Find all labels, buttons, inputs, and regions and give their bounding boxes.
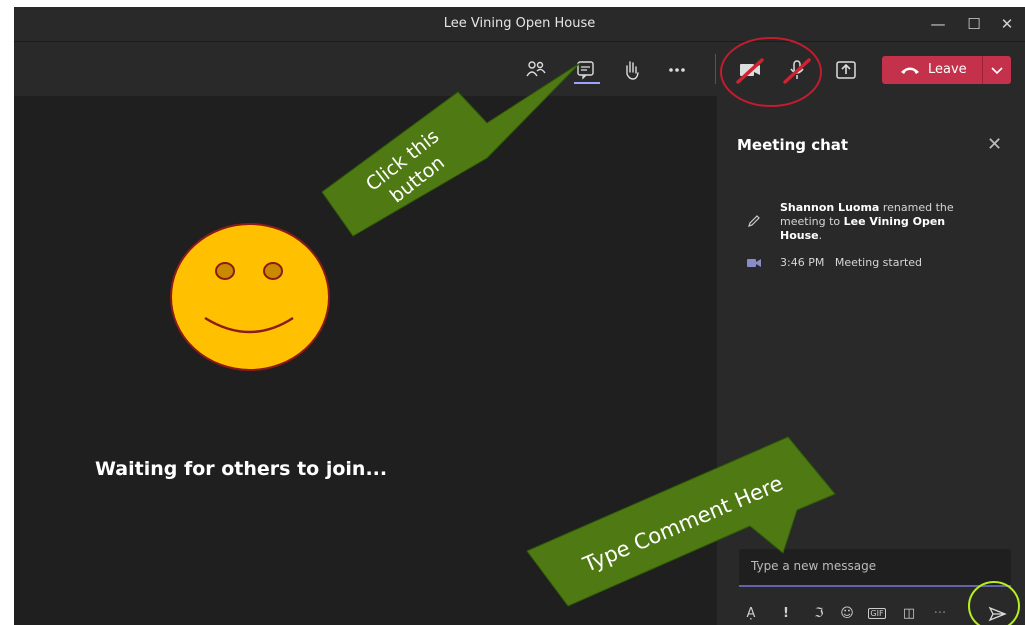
important-icon[interactable]: ! [776, 604, 796, 624]
format-icon[interactable]: Ạ [741, 604, 761, 624]
rename-event: Shannon Luoma renamed the meeting to Lee… [780, 201, 960, 243]
smiley-avatar [170, 223, 330, 371]
message-input[interactable] [739, 549, 1011, 583]
event-text: Meeting started [834, 256, 923, 269]
window-title: Lee Vining Open House [443, 16, 596, 31]
minimize-icon[interactable]: — [927, 13, 949, 35]
leave-button[interactable]: Leave [882, 56, 982, 84]
toolbar-divider [715, 54, 716, 84]
waiting-message: Waiting for others to join... [95, 458, 388, 480]
chevron-down-icon [991, 67, 1003, 75]
more-icon[interactable] [663, 56, 691, 84]
hand-icon[interactable] [617, 56, 645, 84]
video-icon [747, 259, 761, 267]
camera-off-icon[interactable] [736, 56, 764, 84]
attach-icon[interactable]: ℑ [809, 604, 829, 624]
people-icon[interactable] [522, 56, 550, 84]
meeting-started-event: 3:46 PM Meeting started [780, 256, 922, 270]
chat-icon[interactable] [572, 56, 600, 84]
mic-off-icon[interactable] [783, 56, 811, 84]
meeting-toolbar: Leave [14, 41, 1025, 96]
gif-icon[interactable]: GIF [867, 604, 887, 624]
phone-hangup-icon [901, 67, 919, 74]
meeting-chat-panel: Meeting chat ✕ Shannon Luoma renamed the… [717, 96, 1025, 625]
leave-label: Leave [928, 62, 967, 77]
event-end: . [818, 229, 823, 242]
more-options-icon[interactable]: ··· [930, 604, 950, 624]
share-screen-icon[interactable] [832, 56, 860, 84]
event-actor: Shannon Luoma [780, 201, 880, 214]
teams-meeting-window: Lee Vining Open House — ☐ ✕ Leave Waitin… [14, 7, 1025, 625]
leave-options-button[interactable] [982, 56, 1011, 84]
pencil-icon [748, 215, 760, 227]
chat-title: Meeting chat [737, 136, 849, 154]
event-time: 3:46 PM [780, 256, 825, 269]
send-icon[interactable] [987, 604, 1007, 624]
sticker-icon[interactable]: ◫ [899, 604, 919, 624]
maximize-icon[interactable]: ☐ [963, 13, 985, 35]
emoji-icon[interactable]: ☺ [837, 604, 857, 624]
close-icon[interactable]: ✕ [996, 13, 1018, 35]
close-chat-icon[interactable]: ✕ [987, 134, 1002, 155]
compose-box [739, 549, 1011, 587]
title-bar: Lee Vining Open House — ☐ ✕ [14, 7, 1025, 41]
